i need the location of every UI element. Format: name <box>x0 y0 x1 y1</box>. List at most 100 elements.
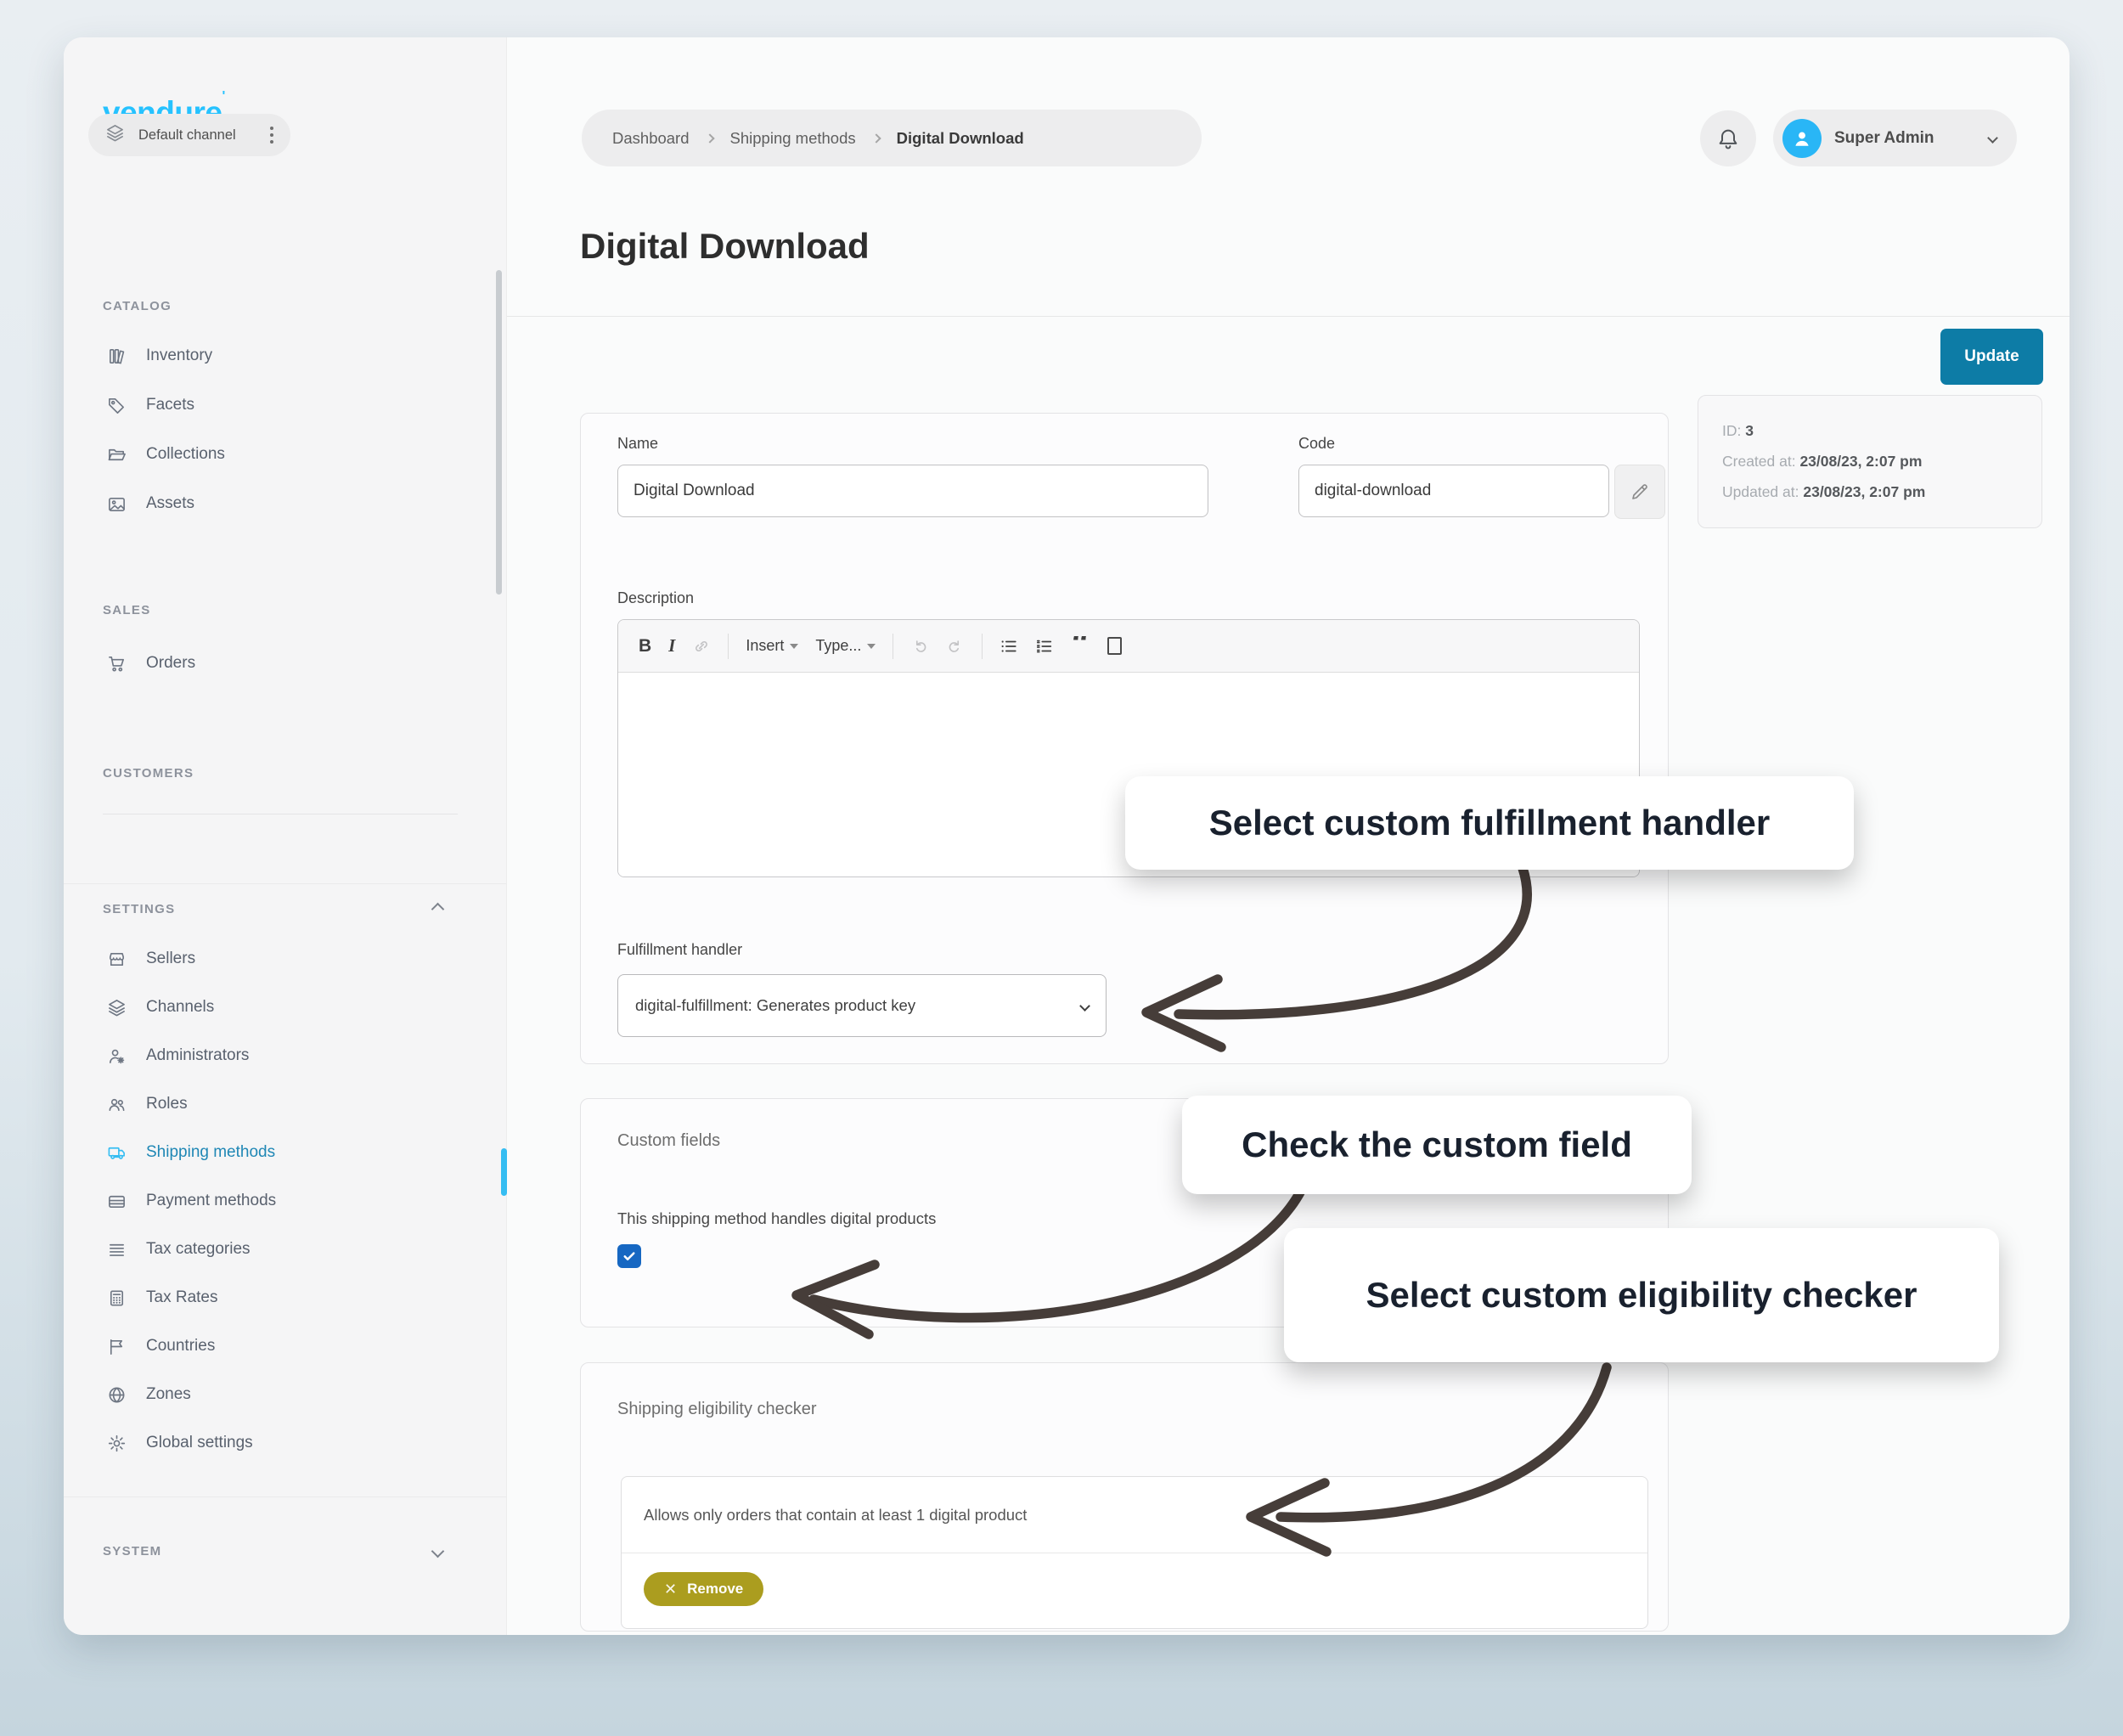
fulfillment-handler-select[interactable]: digital-fulfillment: Generates product k… <box>617 974 1107 1037</box>
sidebar-item-zones[interactable]: Zones <box>93 1375 459 1414</box>
breadcrumb-dashboard[interactable]: Dashboard <box>612 129 690 148</box>
sidebar-item-roles[interactable]: Roles <box>93 1085 459 1124</box>
custom-fields-title: Custom fields <box>617 1131 720 1151</box>
calculator-icon <box>107 1288 127 1308</box>
entity-info-card: ID: 3 Created at: 23/08/23, 2:07 pm Upda… <box>1698 395 2042 528</box>
remove-checker-button[interactable]: ✕ Remove <box>644 1572 763 1606</box>
entity-id-row: ID: 3 <box>1722 415 2018 446</box>
gear-icon <box>107 1434 127 1453</box>
breadcrumb-shipping-methods[interactable]: Shipping methods <box>730 129 856 148</box>
bullet-list-icon[interactable] <box>1000 637 1018 656</box>
flag-icon <box>107 1337 127 1356</box>
sidebar-divider <box>64 1496 506 1497</box>
sidebar-item-global-settings[interactable]: Global settings <box>93 1423 459 1463</box>
toolbar-separator <box>982 634 983 659</box>
entity-updated-row: Updated at: 23/08/23, 2:07 pm <box>1722 476 2018 507</box>
blockquote-icon[interactable]: “ <box>1071 636 1090 657</box>
section-settings-toggle[interactable]: SETTINGS <box>103 902 458 916</box>
chevron-right-icon <box>705 133 714 143</box>
type-menu-button[interactable]: Type... <box>815 637 876 655</box>
sidebar-item-channels[interactable]: Channels <box>93 988 459 1027</box>
undo-icon[interactable] <box>910 637 929 656</box>
sidebar-item-inventory[interactable]: Inventory <box>93 336 459 375</box>
avatar <box>1782 119 1822 158</box>
notifications-button[interactable] <box>1700 110 1756 166</box>
callout-custom-field: Check the custom field <box>1182 1096 1692 1194</box>
sidebar-item-assets[interactable]: Assets <box>93 484 459 523</box>
sidebar-item-collections[interactable]: Collections <box>93 435 459 474</box>
breadcrumb-current: Digital Download <box>897 129 1024 148</box>
chevron-down-icon <box>1079 1000 1090 1012</box>
bell-icon <box>1716 127 1740 150</box>
check-icon <box>622 1248 637 1264</box>
chevron-up-icon <box>431 903 445 916</box>
callout-eligibility-checker: Select custom eligibility checker <box>1284 1228 1999 1362</box>
bold-button[interactable]: B <box>639 636 651 657</box>
eligibility-operation-box: Allows only orders that contain at least… <box>621 1476 1648 1629</box>
truck-icon <box>107 1143 127 1163</box>
name-label: Name <box>617 435 658 453</box>
callout-fulfillment-handler: Select custom fulfillment handler <box>1125 776 1854 870</box>
fulfillment-handler-label: Fulfillment handler <box>617 941 742 959</box>
layers-icon <box>107 998 127 1017</box>
user-gear-icon <box>107 1046 127 1066</box>
user-name: Super Admin <box>1834 129 1934 148</box>
cart-icon <box>107 654 127 674</box>
page-title: Digital Download <box>580 226 870 267</box>
globe-icon <box>107 1385 127 1405</box>
editor-toolbar: B I Insert Type... <box>618 620 1639 673</box>
edit-code-button[interactable] <box>1614 465 1665 519</box>
checker-description: Allows only orders that contain at least… <box>622 1477 1647 1553</box>
digital-products-checkbox[interactable] <box>617 1244 641 1268</box>
toolbar-separator <box>728 634 729 659</box>
sidebar-item-administrators[interactable]: Administrators <box>93 1036 459 1075</box>
chevron-down-icon <box>431 1545 445 1558</box>
breadcrumb: Dashboard Shipping methods Digital Downl… <box>582 110 1202 166</box>
update-button[interactable]: Update <box>1940 329 2043 385</box>
section-sales: SALES <box>103 603 151 617</box>
link-icon[interactable] <box>692 637 711 656</box>
section-customers: CUSTOMERS <box>103 766 194 781</box>
screen: vendure' Default channel CATALOG Invento… <box>0 0 2123 1736</box>
digital-products-field-label: This shipping method handles digital pro… <box>617 1209 936 1228</box>
chevron-right-icon <box>871 133 881 143</box>
dropdown-arrow-icon <box>790 644 798 649</box>
code-block-icon[interactable] <box>1107 637 1122 655</box>
sidebar-item-orders[interactable]: Orders <box>93 644 459 683</box>
tag-icon <box>107 396 127 415</box>
eligibility-checker-title: Shipping eligibility checker <box>617 1400 817 1419</box>
code-label: Code <box>1298 435 1335 453</box>
dropdown-arrow-icon <box>867 644 876 649</box>
channel-switcher[interactable]: Default channel <box>88 114 290 156</box>
sidebar-item-shipping-methods[interactable]: Shipping methods <box>93 1133 459 1172</box>
user-menu[interactable]: Super Admin <box>1773 110 2017 166</box>
description-label: Description <box>617 589 694 607</box>
name-input[interactable] <box>617 465 1208 517</box>
insert-menu-button[interactable]: Insert <box>746 637 798 655</box>
store-icon <box>107 950 127 969</box>
entity-created-row: Created at: 23/08/23, 2:07 pm <box>1722 446 2018 476</box>
ordered-list-icon[interactable] <box>1035 637 1054 656</box>
sidebar-item-countries[interactable]: Countries <box>93 1327 459 1366</box>
sidebar-item-tax-categories[interactable]: Tax categories <box>93 1230 459 1269</box>
section-system-toggle[interactable]: SYSTEM <box>103 1544 458 1558</box>
code-input[interactable] <box>1298 465 1609 517</box>
users-icon <box>107 1095 127 1114</box>
folder-icon <box>107 445 127 465</box>
pencil-icon <box>1630 482 1650 502</box>
books-icon <box>107 347 127 366</box>
redo-icon[interactable] <box>946 637 965 656</box>
kebab-menu-icon[interactable] <box>267 123 277 147</box>
close-icon: ✕ <box>664 1581 677 1598</box>
list-icon <box>107 1240 127 1260</box>
channel-label: Default channel <box>138 127 236 144</box>
chevron-down-icon <box>1987 132 1998 144</box>
person-icon <box>1790 127 1814 150</box>
sidebar-scrollbar[interactable] <box>496 270 502 595</box>
sidebar-item-payment-methods[interactable]: Payment methods <box>93 1181 459 1220</box>
sidebar-item-facets[interactable]: Facets <box>93 386 459 425</box>
sidebar-item-sellers[interactable]: Sellers <box>93 939 459 978</box>
italic-button[interactable]: I <box>668 635 675 657</box>
active-item-indicator <box>501 1148 507 1196</box>
sidebar-item-tax-rates[interactable]: Tax Rates <box>93 1278 459 1317</box>
